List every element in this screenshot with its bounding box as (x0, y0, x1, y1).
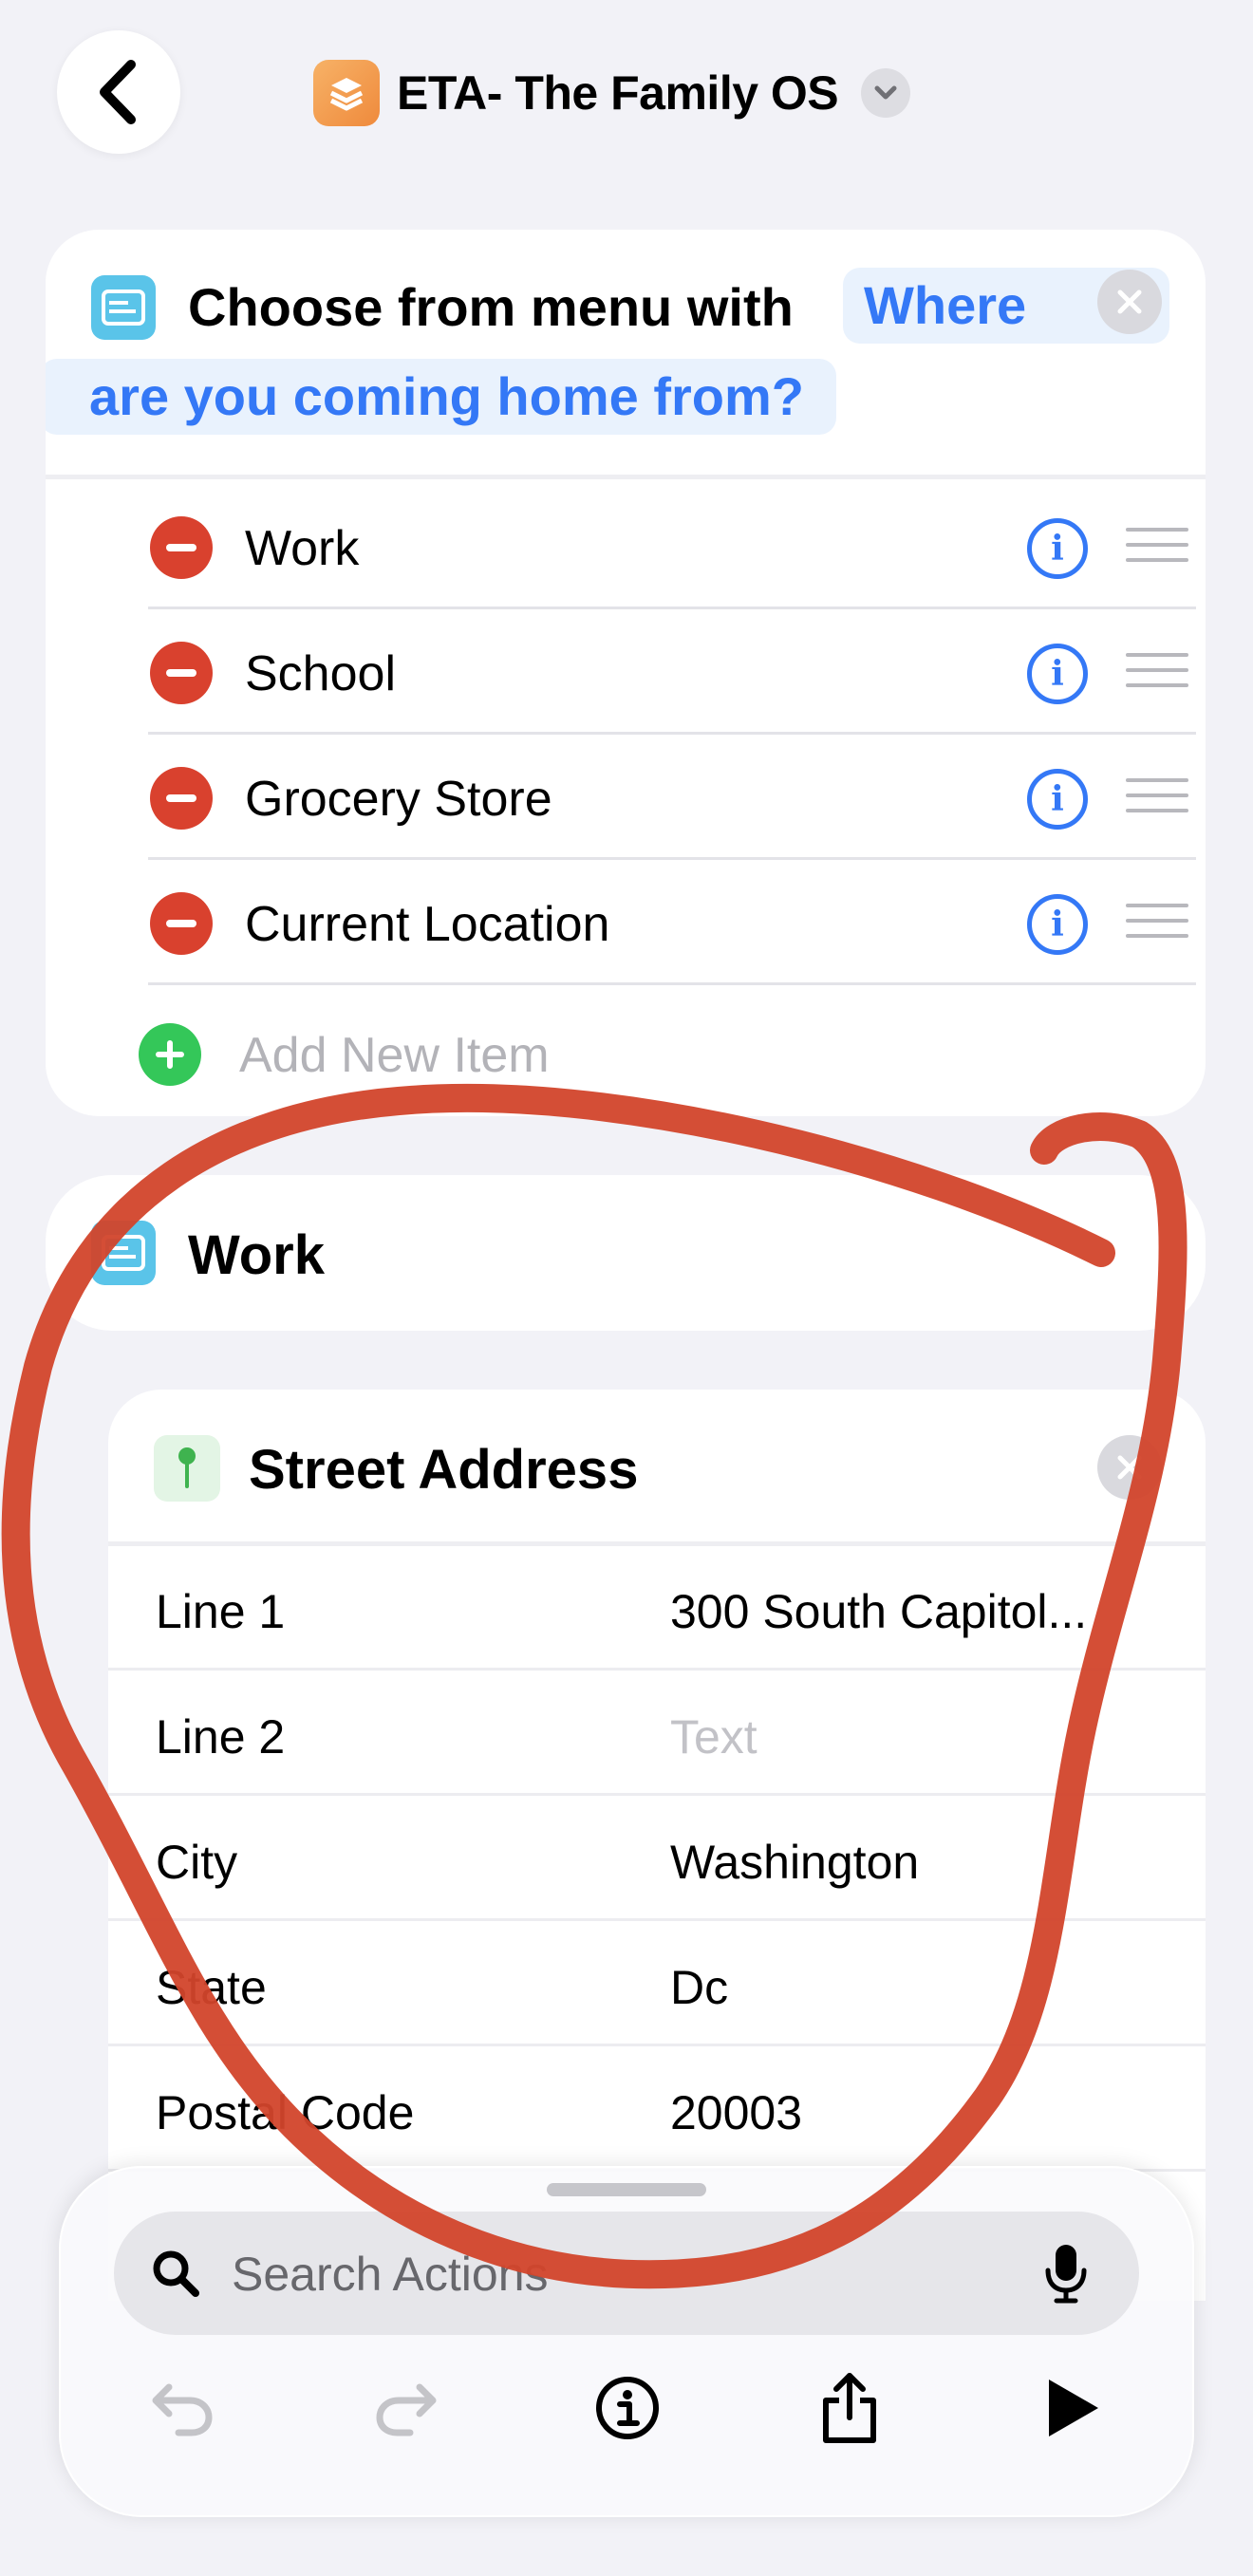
microphone-icon[interactable] (1042, 2242, 1090, 2305)
search-icon (153, 2250, 199, 2297)
add-new-item-label: Add New Item (239, 1028, 550, 1083)
menu-item-row[interactable]: Grocery Store i (103, 735, 1196, 860)
street-address-title: Street Address (249, 1439, 639, 1501)
info-icon[interactable]: i (1027, 769, 1088, 830)
chevron-down-icon[interactable] (861, 68, 911, 118)
divider (148, 982, 1196, 985)
bottom-action-panel: Search Actions (59, 2166, 1194, 2517)
remove-action-button[interactable] (1097, 270, 1162, 334)
redo-icon (376, 2383, 437, 2436)
back-button[interactable] (57, 30, 180, 154)
remove-item-button[interactable] (150, 516, 213, 579)
field-label: Line 2 (156, 1710, 286, 1764)
reorder-handle-icon[interactable] (1126, 653, 1188, 689)
undo-button[interactable] (140, 2365, 226, 2451)
choose-from-menu-action: Choose from menu with Where are you comi… (46, 230, 1206, 1116)
sheet-grabber[interactable] (547, 2183, 706, 2196)
menu-item-label[interactable]: Grocery Store (245, 771, 552, 828)
map-pin-icon (154, 1435, 220, 1502)
info-icon[interactable]: i (1027, 518, 1088, 579)
remove-item-button[interactable] (150, 767, 213, 830)
remove-item-button[interactable] (150, 642, 213, 704)
menu-item-row[interactable]: Work i (103, 484, 1196, 609)
menu-action-icon (91, 275, 156, 340)
field-value[interactable]: 20003 (670, 2084, 802, 2141)
redo-button[interactable] (363, 2365, 448, 2451)
field-label: City (156, 1836, 238, 1889)
address-field-row[interactable]: Postal Code 20003 (108, 2046, 1206, 2172)
reorder-handle-icon[interactable] (1126, 904, 1188, 940)
shortcut-app-icon (313, 60, 380, 126)
menu-case-work[interactable]: Work (46, 1175, 1206, 1331)
menu-action-header: Choose from menu with Where are you comi… (46, 230, 1206, 480)
reorder-handle-icon[interactable] (1126, 528, 1188, 564)
chevron-left-icon (100, 60, 136, 124)
address-field-row[interactable]: Line 2 Text (108, 1671, 1206, 1796)
share-icon (823, 2373, 876, 2443)
share-button[interactable] (807, 2365, 892, 2451)
address-field-row[interactable]: State Dc (108, 1921, 1206, 2046)
info-icon (596, 2377, 659, 2439)
field-value[interactable]: Washington (670, 1834, 919, 1891)
run-button[interactable] (1029, 2365, 1114, 2451)
search-placeholder: Search Actions (232, 2248, 549, 2301)
play-icon (1049, 2380, 1098, 2436)
menu-item-row[interactable]: Current Location i (103, 860, 1196, 985)
remove-action-button[interactable] (1097, 1435, 1162, 1500)
search-actions-field[interactable]: Search Actions (114, 2212, 1139, 2335)
reorder-handle-icon[interactable] (1126, 778, 1188, 814)
plus-icon (139, 1023, 201, 1086)
field-value[interactable]: Dc (670, 1959, 728, 2016)
menu-item-label[interactable]: Work (245, 520, 359, 577)
prompt-variable-token-continued[interactable]: are you coming home from? (46, 359, 836, 435)
field-label: Postal Code (156, 2086, 415, 2139)
undo-icon (152, 2383, 213, 2436)
street-address-header: Street Address (108, 1390, 1206, 1546)
field-label: Line 1 (156, 1585, 286, 1638)
shortcut-title: ETA- The Family OS (397, 66, 839, 120)
menu-item-label[interactable]: School (245, 645, 396, 702)
divider (46, 475, 1206, 479)
menu-item-label[interactable]: Current Location (245, 896, 609, 953)
field-value-placeholder[interactable]: Text (670, 1708, 757, 1765)
info-icon[interactable]: i (1027, 644, 1088, 704)
add-new-item-button[interactable]: Add New Item (91, 1016, 945, 1101)
shortcut-title-menu[interactable]: ETA- The Family OS (313, 55, 911, 131)
menu-action-icon (91, 1221, 156, 1285)
menu-prompt-prefix: Choose from menu with (188, 277, 794, 337)
details-button[interactable] (585, 2365, 670, 2451)
close-icon (1117, 289, 1142, 314)
info-icon[interactable]: i (1027, 894, 1088, 955)
field-value[interactable]: 300 South Capitol... (670, 1583, 1087, 1640)
field-label: State (156, 1961, 267, 2014)
address-field-row[interactable]: City Washington (108, 1796, 1206, 1921)
menu-item-row[interactable]: School i (103, 609, 1196, 735)
menu-case-label: Work (188, 1224, 325, 1286)
street-address-action: Street Address Line 1 300 South Capitol.… (108, 1390, 1206, 2301)
address-field-row[interactable]: Line 1 300 South Capitol... (108, 1545, 1206, 1671)
close-icon (1117, 1455, 1142, 1480)
remove-item-button[interactable] (150, 892, 213, 955)
